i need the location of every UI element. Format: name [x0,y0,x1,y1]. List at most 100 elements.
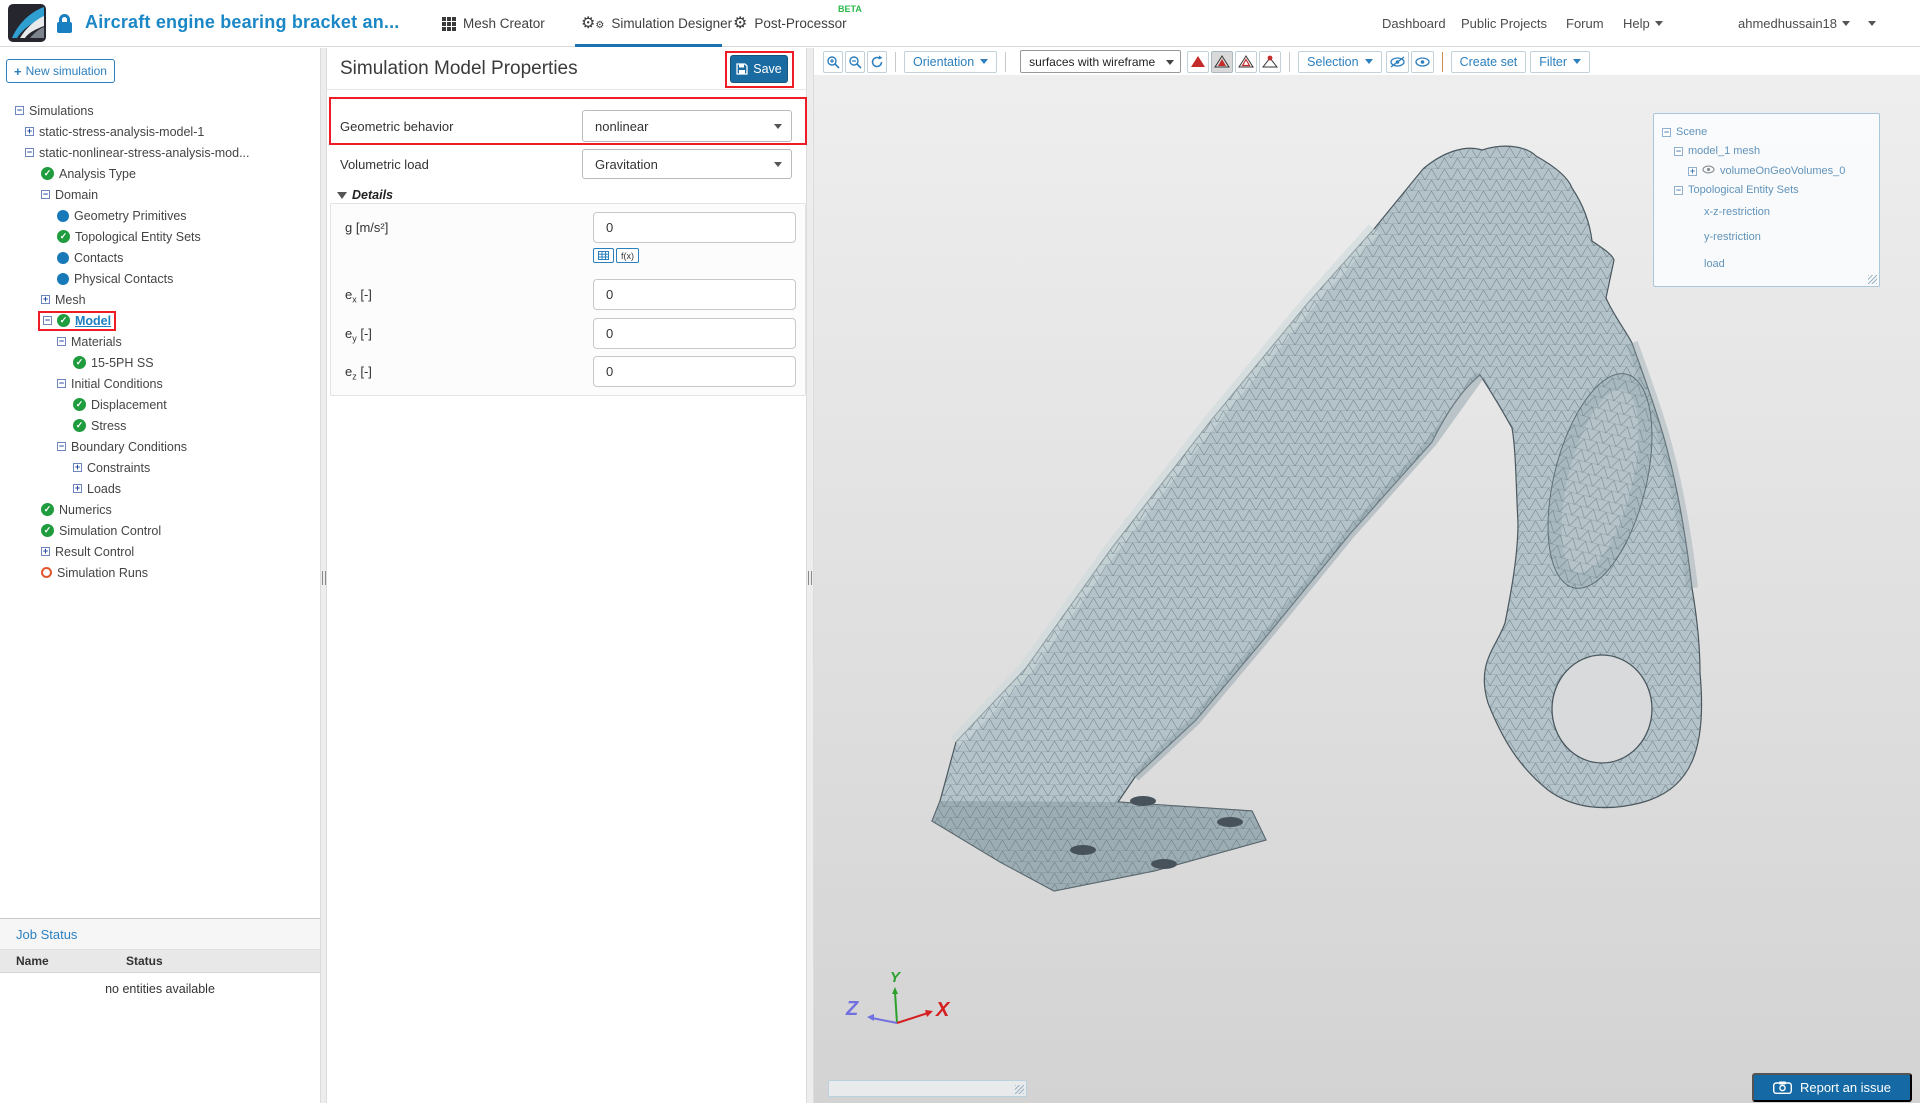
nav-public-projects[interactable]: Public Projects [1461,0,1547,47]
collapse-icon[interactable]: − [57,337,66,346]
tree-item-static-stress-analysis-model-1[interactable]: +static-stress-analysis-model-1 [0,121,320,142]
scene-tree-panel[interactable]: −Scene −model_1 mesh +volumeOnGeoVolumes_0… [1653,113,1880,287]
collapse-icon[interactable]: − [1662,128,1671,137]
selected-value: nonlinear [595,119,649,134]
job-status-header-row: Name Status [0,950,320,973]
report-issue-label: Report an issue [1800,1080,1891,1095]
tab-mesh-creator[interactable]: Mesh Creator [442,0,545,47]
nav-dashboard[interactable]: Dashboard [1382,0,1446,47]
collapse-icon[interactable]: − [57,379,66,388]
status-complete-icon: ✓ [57,230,70,243]
collapse-icon[interactable]: − [41,190,50,199]
scene-item-label: load [1704,258,1725,270]
geometric-behavior-select[interactable]: nonlinear [582,110,792,142]
username-label: ahmedhussain18 [1738,16,1837,31]
scene-item-y-restriction[interactable]: y-restriction [1704,231,1761,243]
expand-icon[interactable]: + [25,127,34,136]
tree-item-numerics[interactable]: ✓Numerics [0,499,320,520]
scene-item-x-z-restriction[interactable]: x-z-restriction [1704,206,1770,218]
resize-handle-icon[interactable] [1868,275,1877,284]
tree-item-initial-conditions[interactable]: −Initial Conditions [0,373,320,394]
nav-forum[interactable]: Forum [1566,0,1604,47]
tree-item-displacement[interactable]: ✓Displacement [0,394,320,415]
tab-simulation-designer[interactable]: ⚙⚙ Simulation Designer [581,0,732,47]
expand-icon[interactable]: + [73,484,82,493]
tree-item-label: Simulations [29,104,94,118]
expand-icon[interactable]: + [41,295,50,304]
volumetric-load-row: Volumetric load Gravitation [327,146,806,182]
volumetric-load-select[interactable]: Gravitation [582,149,792,179]
collapse-triangle-icon [337,192,347,199]
divider-grip [322,571,326,585]
tree-item-result-control[interactable]: + Result Control [0,541,320,562]
tree-item-label: Materials [71,335,122,349]
formula-input-button[interactable]: f(x) [616,248,639,263]
tree-item-simulation-control[interactable]: ✓Simulation Control [0,520,320,541]
sidebar-divider[interactable] [320,48,327,1103]
field-input-ex[interactable] [593,279,796,310]
field-label-ey: ey [-] [345,326,372,344]
camera-icon [1773,1081,1792,1094]
new-simulation-button[interactable]: + New simulation [6,59,115,83]
status-complete-icon: ✓ [57,314,70,327]
scene-item-volumeongeovolumes-0[interactable]: +volumeOnGeoVolumes_0 [1688,165,1845,177]
scene-item-model-1-mesh[interactable]: −model_1 mesh [1674,145,1760,157]
simscale-logo-icon[interactable] [8,4,46,42]
collapse-icon[interactable]: − [15,106,24,115]
scene-item-load[interactable]: load [1704,258,1725,270]
nav-help-menu[interactable]: Help [1623,0,1663,47]
collapse-icon[interactable]: − [1674,147,1683,156]
user-menu[interactable]: ahmedhussain18 [1738,0,1850,47]
field-input-ey[interactable] [593,318,796,349]
resize-handle-icon[interactable] [1015,1085,1024,1094]
table-input-button[interactable] [593,248,614,263]
field-input-ez[interactable] [593,356,796,387]
expand-icon[interactable]: + [41,547,50,556]
tree-item-geometry-primitives[interactable]: Geometry Primitives [0,205,320,226]
tab-post-processor[interactable]: ⚙ Post-Processor [733,0,847,47]
details-section-header[interactable]: Details [337,188,393,202]
tree-item-stress[interactable]: ✓Stress [0,415,320,436]
collapse-icon[interactable]: − [43,316,52,325]
collapse-icon[interactable]: − [25,148,34,157]
3d-viewport[interactable]: Orientation surfaces with wireframe [814,48,1920,1103]
tree-item-analysis-type[interactable]: ✓Analysis Type [0,163,320,184]
scene-item-label: Topological Entity Sets [1688,184,1799,196]
collapse-icon[interactable]: − [1674,186,1683,195]
tree-item-15-5ph-ss[interactable]: ✓15-5PH SS [0,352,320,373]
extra-menu[interactable] [1868,0,1876,47]
tree-item-loads[interactable]: + Loads [0,478,320,499]
tree-item-topological-entity-sets[interactable]: ✓Topological Entity Sets [0,226,320,247]
chevron-down-icon [1842,21,1850,26]
axis-x-label: X [935,999,951,1021]
beta-badge: BETA [838,4,862,14]
status-info-icon [57,252,69,264]
tree-item-simulations[interactable]: −Simulations [0,100,320,121]
tree-item-label: Displacement [91,398,167,412]
properties-divider[interactable] [806,48,814,1103]
tree-item-physical-contacts[interactable]: Physical Contacts [0,268,320,289]
scene-item-scene[interactable]: −Scene [1662,126,1707,138]
report-issue-button[interactable]: Report an issue [1752,1073,1912,1102]
tree-item-simulation-runs[interactable]: Simulation Runs [0,562,320,583]
tree-item-boundary-conditions[interactable]: −Boundary Conditions [0,436,320,457]
save-button[interactable]: Save [730,55,788,83]
tree-item-mesh[interactable]: +Mesh [0,289,320,310]
expand-icon[interactable]: + [73,463,82,472]
tree-item-model[interactable]: −✓Model [0,310,320,331]
tree-item-static-nonlinear-stress-analysis-mod[interactable]: −static-nonlinear-stress-analysis-mod... [0,142,320,163]
tree-item-label: Result Control [55,545,134,559]
collapse-icon[interactable]: − [57,442,66,451]
field-input-g[interactable] [593,212,796,243]
tree-item-constraints[interactable]: +Constraints [0,457,320,478]
simulation-tree: −Simulations+static-stress-analysis-mode… [0,100,320,583]
expand-icon[interactable]: + [1688,167,1697,176]
tree-item-label: Loads [87,482,121,496]
tree-item-contacts[interactable]: Contacts [0,247,320,268]
tab-label: Post-Processor [754,16,846,31]
scene-item-topological-entity-sets[interactable]: −Topological Entity Sets [1674,184,1799,196]
visibility-eye-icon[interactable] [1702,165,1715,177]
collapsed-info-bar[interactable] [828,1080,1027,1097]
tree-item-domain[interactable]: −Domain [0,184,320,205]
tree-item-materials[interactable]: −Materials [0,331,320,352]
